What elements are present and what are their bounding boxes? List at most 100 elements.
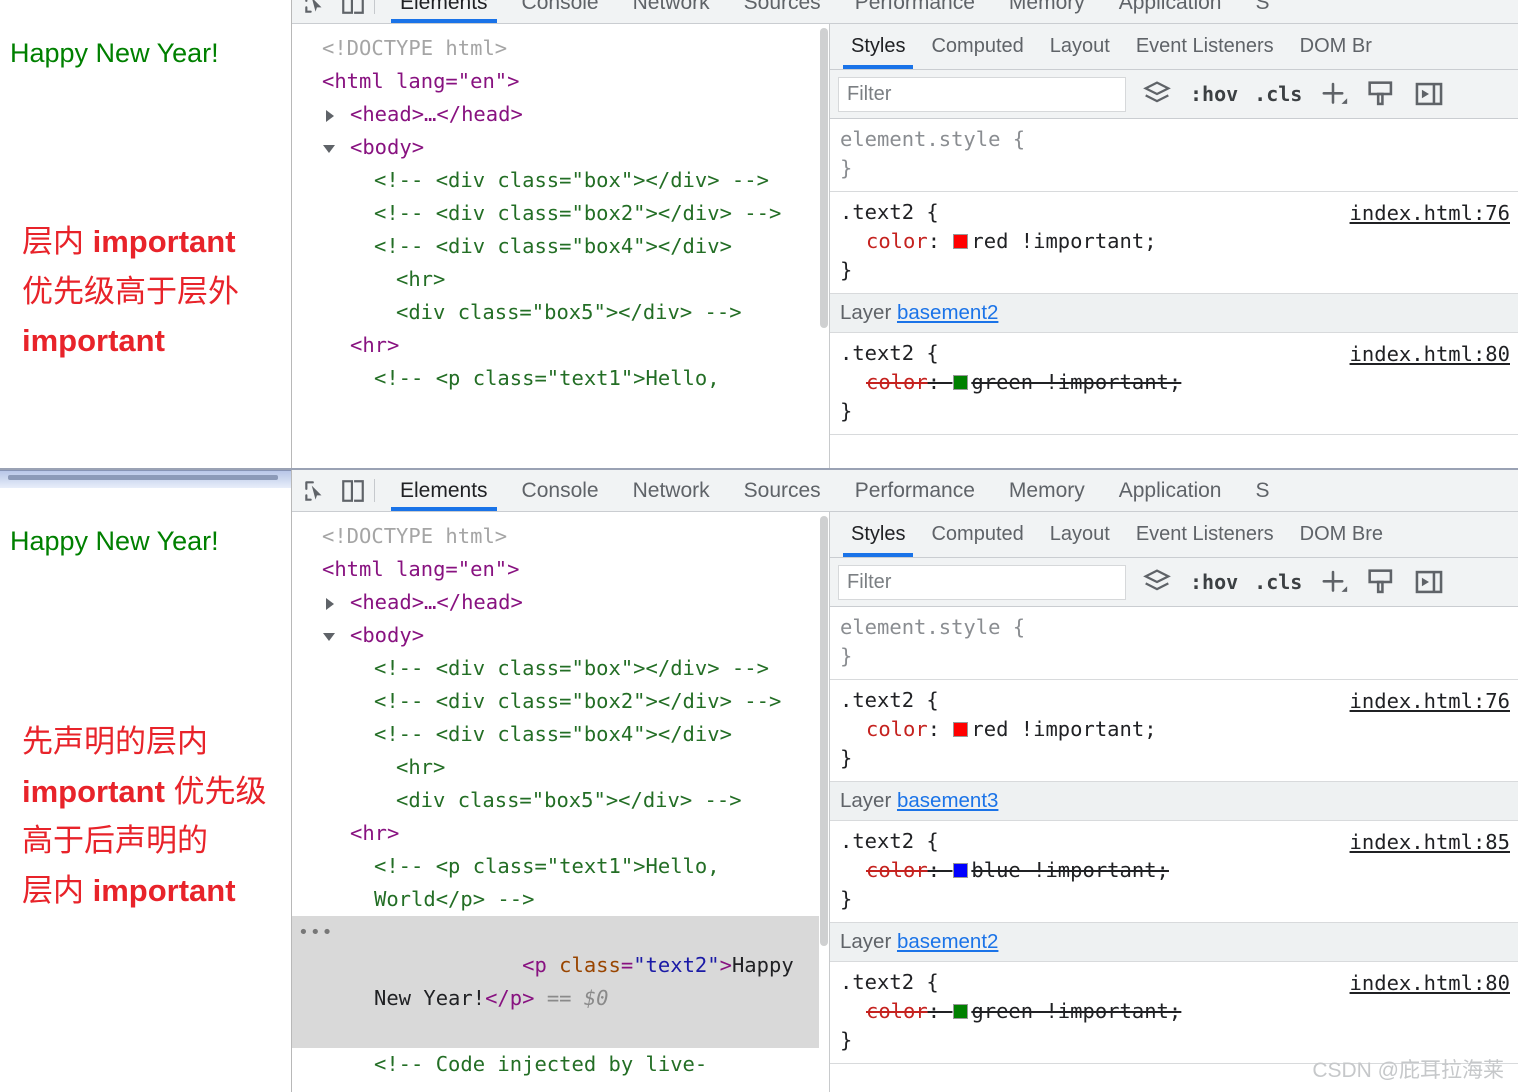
styles-rules-list-top[interactable]: element.style { } index.html:76 .text2 {… (830, 119, 1518, 470)
device-toolbar-icon[interactable] (340, 0, 366, 16)
subtab-event-listeners[interactable]: Event Listeners (1123, 512, 1287, 557)
subtab-dom-breakpoints[interactable]: DOM Bre (1287, 512, 1396, 557)
dom-tree-bottom[interactable]: <!DOCTYPE html> <html lang="en"> <head>…… (292, 512, 830, 1092)
tab-elements[interactable]: Elements (383, 0, 505, 23)
dom-tree-top[interactable]: <!DOCTYPE html> <html lang="en"> <head>…… (292, 24, 830, 470)
tab-network[interactable]: Network (616, 470, 727, 511)
toggle-sidebar-icon[interactable] (1412, 77, 1446, 111)
rule-origin-link[interactable]: index.html:85 (1350, 828, 1510, 857)
tab-sources[interactable]: Sources (727, 0, 838, 23)
dom-node-comment-text1[interactable]: <!-- <p class="text1">Hello, (292, 362, 829, 395)
subtab-styles[interactable]: Styles (838, 24, 918, 69)
filter-input[interactable]: Filter (838, 76, 1126, 112)
expand-triangle-icon[interactable] (326, 598, 334, 610)
subtab-layout[interactable]: Layout (1037, 24, 1123, 69)
color-swatch[interactable] (953, 234, 969, 249)
subtab-dom-breakpoints[interactable]: DOM Br (1287, 24, 1385, 69)
tab-memory[interactable]: Memory (992, 0, 1102, 23)
rule-origin-link[interactable]: index.html:80 (1350, 340, 1510, 369)
declaration-color[interactable]: color: blue !important; (840, 856, 1508, 885)
dom-node-doctype[interactable]: <!DOCTYPE html> (292, 32, 829, 65)
dom-node-comment-text1[interactable]: <!-- <p class="text1">Hello, World</p> -… (292, 850, 829, 916)
layers-stack-icon[interactable] (1140, 565, 1174, 599)
hov-toggle[interactable]: :hov (1190, 570, 1238, 594)
dom-node-head[interactable]: <head>…</head> (292, 586, 829, 619)
tab-security-truncated[interactable]: S (1238, 470, 1286, 511)
dom-node-comment-box2[interactable]: <!-- <div class="box2"></div> --> (292, 685, 829, 718)
tab-performance[interactable]: Performance (838, 470, 992, 511)
dom-tree-scrollbar-bottom[interactable] (819, 512, 829, 1092)
styles-rules-list-bottom[interactable]: element.style { } index.html:76 .text2 {… (830, 607, 1518, 1092)
tab-elements[interactable]: Elements (383, 470, 505, 511)
dom-node-html[interactable]: <html lang="en"> (292, 553, 829, 586)
dom-node-comment-injected[interactable]: <!-- Code injected by live- (292, 1048, 829, 1081)
dom-node-html[interactable]: <html lang="en"> (292, 65, 829, 98)
rule-origin-link[interactable]: index.html:76 (1350, 199, 1510, 228)
rule-text2-green[interactable]: index.html:80 .text2 { color: green !imp… (830, 962, 1518, 1064)
tab-application[interactable]: Application (1102, 0, 1239, 23)
node-more-dots-icon[interactable]: ••• (298, 916, 334, 949)
layers-stack-icon[interactable] (1140, 77, 1174, 111)
add-style-rule-icon[interactable] (1316, 77, 1350, 111)
collapse-triangle-icon[interactable] (323, 145, 335, 153)
color-swatch[interactable] (953, 1004, 969, 1019)
rule-text2-green[interactable]: index.html:80 .text2 { color: green !imp… (830, 333, 1518, 435)
toggle-sidebar-icon[interactable] (1412, 565, 1446, 599)
rule-text2-red[interactable]: index.html:76 .text2 { color: red !impor… (830, 192, 1518, 294)
declaration-color[interactable]: color: green !important; (840, 997, 1508, 1026)
rule-text2-blue[interactable]: index.html:85 .text2 { color: blue !impo… (830, 821, 1518, 923)
dom-node-comment-box2[interactable]: <!-- <div class="box2"></div> --> (292, 197, 829, 230)
subtab-event-listeners[interactable]: Event Listeners (1123, 24, 1287, 69)
color-swatch[interactable] (953, 722, 969, 737)
tab-application[interactable]: Application (1102, 470, 1239, 511)
dom-node-selected-p-text2[interactable]: ••• <p class="text2">Happy New Year!</p> … (292, 916, 829, 1048)
rule-text2-red[interactable]: index.html:76 .text2 { color: red !impor… (830, 680, 1518, 782)
dom-tree-scrollbar-top[interactable] (819, 24, 829, 470)
layer-name-link[interactable]: basement2 (897, 301, 998, 324)
dom-node-body[interactable]: <body> (292, 131, 829, 164)
tab-memory[interactable]: Memory (992, 470, 1102, 511)
computed-style-brush-icon[interactable] (1364, 565, 1398, 599)
dom-node-hr[interactable]: <hr> (292, 329, 829, 362)
dom-node-comment-box4[interactable]: <!-- <div class="box4"></div> <hr> <div cl… (292, 718, 829, 817)
inspect-element-icon[interactable] (302, 478, 328, 504)
rule-element-style[interactable]: element.style { } (830, 119, 1518, 192)
declaration-color[interactable]: color: green !important; (840, 368, 1508, 397)
tab-security-truncated[interactable]: S (1238, 0, 1286, 23)
dom-node-comment-box4[interactable]: <!-- <div class="box4"></div> <hr> <div cl… (292, 230, 829, 329)
declaration-color[interactable]: color: red !important; (840, 227, 1508, 256)
expand-triangle-icon[interactable] (326, 110, 334, 122)
tab-sources[interactable]: Sources (727, 470, 838, 511)
layer-name-link[interactable]: basement3 (897, 789, 998, 812)
add-style-rule-icon[interactable] (1316, 565, 1350, 599)
layer-name-link[interactable]: basement2 (897, 930, 998, 953)
tab-performance[interactable]: Performance (838, 0, 992, 23)
rule-element-style[interactable]: element.style { } (830, 607, 1518, 680)
dom-node-comment-box[interactable]: <!-- <div class="box"></div> --> (292, 652, 829, 685)
inspect-element-icon[interactable] (302, 0, 328, 16)
dom-node-comment-box[interactable]: <!-- <div class="box"></div> --> (292, 164, 829, 197)
cls-toggle[interactable]: .cls (1254, 570, 1302, 594)
rule-origin-link[interactable]: index.html:76 (1350, 687, 1510, 716)
filter-input[interactable]: Filter (838, 564, 1126, 600)
hov-toggle[interactable]: :hov (1190, 82, 1238, 106)
device-toolbar-icon[interactable] (340, 478, 366, 504)
color-swatch[interactable] (953, 863, 969, 878)
tab-console[interactable]: Console (505, 470, 616, 511)
tab-network[interactable]: Network (616, 0, 727, 23)
subtab-layout[interactable]: Layout (1037, 512, 1123, 557)
dom-node-head[interactable]: <head>…</head> (292, 98, 829, 131)
cls-toggle[interactable]: .cls (1254, 82, 1302, 106)
subtab-computed[interactable]: Computed (918, 512, 1036, 557)
dom-node-hr[interactable]: <hr> (292, 817, 829, 850)
collapse-triangle-icon[interactable] (323, 633, 335, 641)
tab-console[interactable]: Console (505, 0, 616, 23)
computed-style-brush-icon[interactable] (1364, 77, 1398, 111)
rule-origin-link[interactable]: index.html:80 (1350, 969, 1510, 998)
dom-node-doctype[interactable]: <!DOCTYPE html> (292, 520, 829, 553)
dom-node-body[interactable]: <body> (292, 619, 829, 652)
subtab-styles[interactable]: Styles (838, 512, 918, 557)
declaration-color[interactable]: color: red !important; (840, 715, 1508, 744)
color-swatch[interactable] (953, 375, 969, 390)
subtab-computed[interactable]: Computed (918, 24, 1036, 69)
